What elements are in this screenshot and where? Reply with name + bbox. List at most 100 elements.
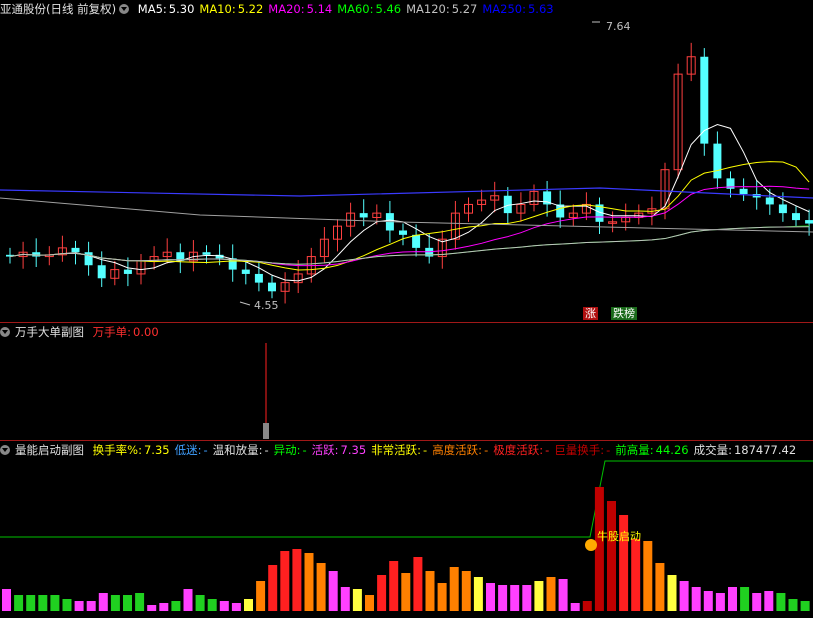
ma-legend: MA5: 5.30 MA10: 5.22 MA20: 5.14 MA60: 5.46 MA120… xyxy=(138,2,559,16)
stock-title[interactable]: 亚通股份(日线 前复权) xyxy=(0,2,116,16)
volume-bar xyxy=(316,563,326,611)
big-order-bar xyxy=(263,423,269,439)
ma-value: 5.22 xyxy=(237,2,264,16)
volume-bar xyxy=(365,595,374,611)
candle-down xyxy=(792,213,800,221)
volume-bar xyxy=(50,595,60,611)
volume-bar xyxy=(631,539,641,611)
volume-bar xyxy=(764,591,774,611)
ma120-line xyxy=(9,226,810,265)
volume-bar xyxy=(643,541,653,611)
item-label: 活跃: xyxy=(311,443,339,457)
volume-bar xyxy=(340,587,350,611)
volume-bar xyxy=(219,601,229,611)
ma-label: MA10: xyxy=(199,2,236,16)
sub2-title[interactable]: 量能启动副图 xyxy=(15,443,84,457)
ma60-line xyxy=(9,225,810,265)
volume-bar xyxy=(171,601,181,611)
candle-down xyxy=(359,213,368,218)
low-arrow xyxy=(239,301,251,306)
ma-value: 5.30 xyxy=(168,2,195,16)
ma250-line xyxy=(0,187,813,199)
main-header: 亚通股份(日线 前复权) MA5: 5.30 MA10: 5.22 MA20: 5.14 M… xyxy=(0,0,564,18)
volume-start-panel[interactable]: 量能启动副图 换手率%: 7.35 低迷: - 温和放量: - 异动: - 活跃: 7.35 非常活… xyxy=(0,441,813,618)
volume-bar xyxy=(147,605,157,611)
volume-bar xyxy=(98,593,108,611)
volume-bar xyxy=(570,603,580,611)
item-label: 换手率%: xyxy=(92,443,142,457)
volume-bar xyxy=(123,595,132,611)
candle-down xyxy=(805,220,813,224)
volume-bar xyxy=(752,593,762,611)
sub1-title[interactable]: 万手大单副图 xyxy=(15,325,84,339)
candle-down xyxy=(123,269,132,274)
volume-bar xyxy=(461,571,471,611)
volume-bar xyxy=(437,583,447,611)
candle-down xyxy=(32,252,41,257)
main-chart-panel[interactable]: 亚通股份(日线 前复权) MA5: 5.30 MA10: 5.22 MA20: 5.14 M… xyxy=(0,0,813,322)
volume-bar xyxy=(74,601,84,611)
ma-value: 5.63 xyxy=(527,2,554,16)
chevron-down-icon[interactable] xyxy=(119,4,130,14)
item-label: 温和放量: xyxy=(212,443,263,457)
big-order-value: 0.00 xyxy=(133,325,159,339)
candle-down xyxy=(778,204,787,214)
big-order-panel[interactable]: 万手大单副图 万手单: 0.00 xyxy=(0,323,813,440)
volume-bar xyxy=(691,587,701,611)
volume-bar xyxy=(38,595,48,611)
candle-down xyxy=(241,269,250,274)
volume-bar xyxy=(159,603,169,611)
volume-bar xyxy=(582,601,592,611)
volume-bar xyxy=(14,595,24,611)
volume-bar xyxy=(425,571,435,611)
candle-down xyxy=(84,252,93,266)
chevron-down-icon[interactable] xyxy=(0,327,10,337)
volume-legend: 换手率%: 7.35 低迷: - 温和放量: - 异动: - 活跃: 7.35 非常活跃: - 高度活跃… xyxy=(93,443,802,457)
volume-bar xyxy=(207,599,217,611)
volume-bar xyxy=(401,573,411,611)
volume-bar xyxy=(679,581,689,611)
volume-bar xyxy=(26,595,36,611)
volume-bar xyxy=(655,563,665,611)
volume-bar xyxy=(667,575,677,611)
item-label: 巨量换手: xyxy=(554,443,605,457)
item-value: - xyxy=(545,443,550,457)
ma-value: 5.27 xyxy=(451,2,478,16)
item-label: 异动: xyxy=(273,443,301,457)
limit-up-tag[interactable]: 涨 xyxy=(583,307,598,320)
item-label: 成交量: xyxy=(693,443,732,457)
item-value: 7.35 xyxy=(340,443,367,457)
big-order-label: 万手单: xyxy=(92,325,132,339)
volume-bar xyxy=(776,593,786,611)
sub2-header: 量能启动副图 换手率%: 7.35 低迷: - 温和放量: - 异动: - 活跃: 7.35 非常活… xyxy=(0,441,806,459)
item-value: 44.26 xyxy=(655,443,689,457)
volume-bar xyxy=(558,579,568,611)
volume-bar xyxy=(703,591,713,611)
item-value: - xyxy=(264,443,269,457)
candlestick-chart[interactable] xyxy=(0,0,813,322)
ma-label: MA60: xyxy=(337,2,374,16)
volume-bar xyxy=(377,575,387,611)
rank-tag[interactable]: 跌榜 xyxy=(611,307,637,320)
ma5-line xyxy=(9,123,810,282)
volume-bar xyxy=(292,549,302,611)
volume-bar xyxy=(546,577,556,611)
prev-high-volume-line xyxy=(0,460,813,538)
volume-bar xyxy=(195,595,205,611)
candle-down xyxy=(713,143,722,179)
candle-down xyxy=(202,252,211,255)
ma-label: MA20: xyxy=(268,2,305,16)
candle-down xyxy=(399,230,407,235)
candle-down xyxy=(739,188,748,195)
item-value: 187477.42 xyxy=(733,443,797,457)
volume-bar xyxy=(473,577,483,611)
volume-bar xyxy=(135,593,145,611)
volume-bar xyxy=(788,599,798,611)
volume-bar xyxy=(715,593,725,611)
ma20-line xyxy=(9,185,810,267)
bull-start-label: 牛股启动 xyxy=(597,530,641,543)
volume-bar xyxy=(607,501,616,611)
ma-value: 5.46 xyxy=(375,2,402,16)
volume-bar xyxy=(328,571,338,611)
chevron-down-icon[interactable] xyxy=(0,445,10,455)
